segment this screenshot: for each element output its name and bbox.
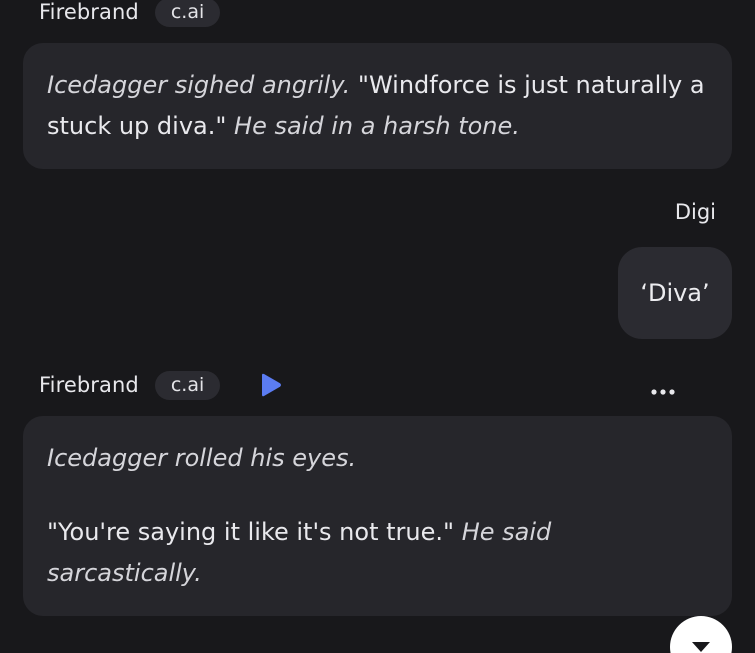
ai-message-bubble: Icedagger rolled his eyes. "You're sayin… bbox=[23, 416, 732, 616]
message-text: Icedagger rolled his eyes. bbox=[47, 438, 708, 479]
user-message-bubble: ‘Diva’ bbox=[618, 247, 732, 339]
scroll-to-bottom-button[interactable] bbox=[670, 616, 732, 653]
chevron-down-icon bbox=[692, 642, 710, 652]
message-dialogue-text: "You're saying it like it's not true." bbox=[47, 518, 455, 546]
ai-badge: c.ai bbox=[154, 370, 221, 400]
message-text: Icedagger sighed angrily. "Windforce is … bbox=[47, 65, 708, 147]
more-options-icon[interactable] bbox=[650, 380, 676, 404]
message-action-text: Icedagger rolled his eyes. bbox=[47, 444, 357, 472]
message-action-text: He said in a harsh tone. bbox=[234, 112, 520, 140]
play-icon[interactable] bbox=[258, 371, 284, 399]
ai-badge: c.ai bbox=[154, 0, 221, 27]
sender-name[interactable]: Firebrand bbox=[39, 373, 139, 397]
sender-name[interactable]: Firebrand bbox=[39, 0, 139, 24]
chat-screen: Firebrand c.ai Icedagger sighed angrily.… bbox=[0, 0, 755, 653]
message-text: "You're saying it like it's not true." H… bbox=[47, 512, 708, 594]
user-name: Digi bbox=[674, 200, 716, 224]
message-header: Firebrand c.ai bbox=[39, 370, 284, 400]
ai-message-bubble: Icedagger sighed angrily. "Windforce is … bbox=[23, 43, 732, 169]
message-action-text: Icedagger sighed angrily. bbox=[47, 71, 351, 99]
message-header: Firebrand c.ai bbox=[39, 0, 221, 27]
